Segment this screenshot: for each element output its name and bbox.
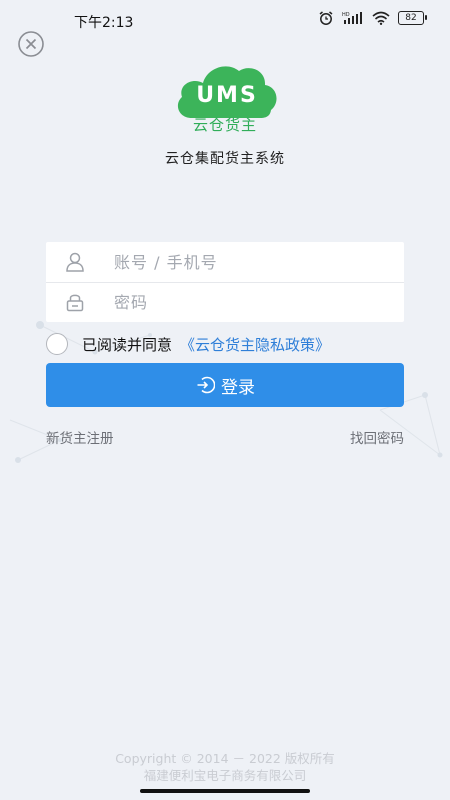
logo-subtitle: 云仓货主: [192, 116, 257, 134]
close-icon[interactable]: [17, 30, 45, 58]
login-button[interactable]: 登录: [46, 363, 404, 407]
forgot-password-link[interactable]: 找回密码: [350, 427, 404, 447]
battery-icon: 82: [398, 11, 427, 25]
login-button-label: 登录: [221, 377, 255, 398]
agreement-text: 已阅读并同意: [82, 335, 173, 354]
hd-signal-icon: HD: [342, 12, 362, 24]
login-icon: [197, 376, 215, 394]
home-indicator[interactable]: [140, 789, 310, 793]
footer: Copyright © 2014 － 2022 版权所有 福建便利宝电子商务有限…: [0, 750, 450, 784]
privacy-policy-link[interactable]: 《云仓货主隐私政策》: [180, 334, 330, 355]
register-link[interactable]: 新货主注册: [46, 427, 114, 447]
password-input[interactable]: [114, 282, 394, 322]
status-bar: 下午2:13 HD 82: [0, 0, 450, 40]
status-time: 下午2:13: [74, 15, 134, 31]
user-icon: [66, 252, 84, 272]
wifi-icon: [372, 11, 390, 25]
svg-text:HD: HD: [342, 12, 350, 18]
status-icons: HD 82: [318, 11, 427, 25]
agreement-checkbox[interactable]: [46, 333, 68, 355]
app-title: 云仓集配货主系统: [165, 151, 285, 167]
password-field: [46, 282, 404, 322]
account-input[interactable]: [114, 242, 394, 282]
company-name: 福建便利宝电子商务有限公司: [143, 768, 307, 783]
account-field: [46, 242, 404, 283]
login-form: [46, 242, 404, 322]
alarm-icon: [319, 11, 333, 25]
logo-text: UMS: [196, 83, 258, 108]
copyright-text: Copyright © 2014 － 2022 版权所有: [115, 751, 335, 766]
lock-icon: [66, 294, 84, 312]
battery-level: 82: [405, 13, 417, 23]
agreement-row: 已阅读并同意 《云仓货主隐私政策》: [46, 332, 330, 356]
